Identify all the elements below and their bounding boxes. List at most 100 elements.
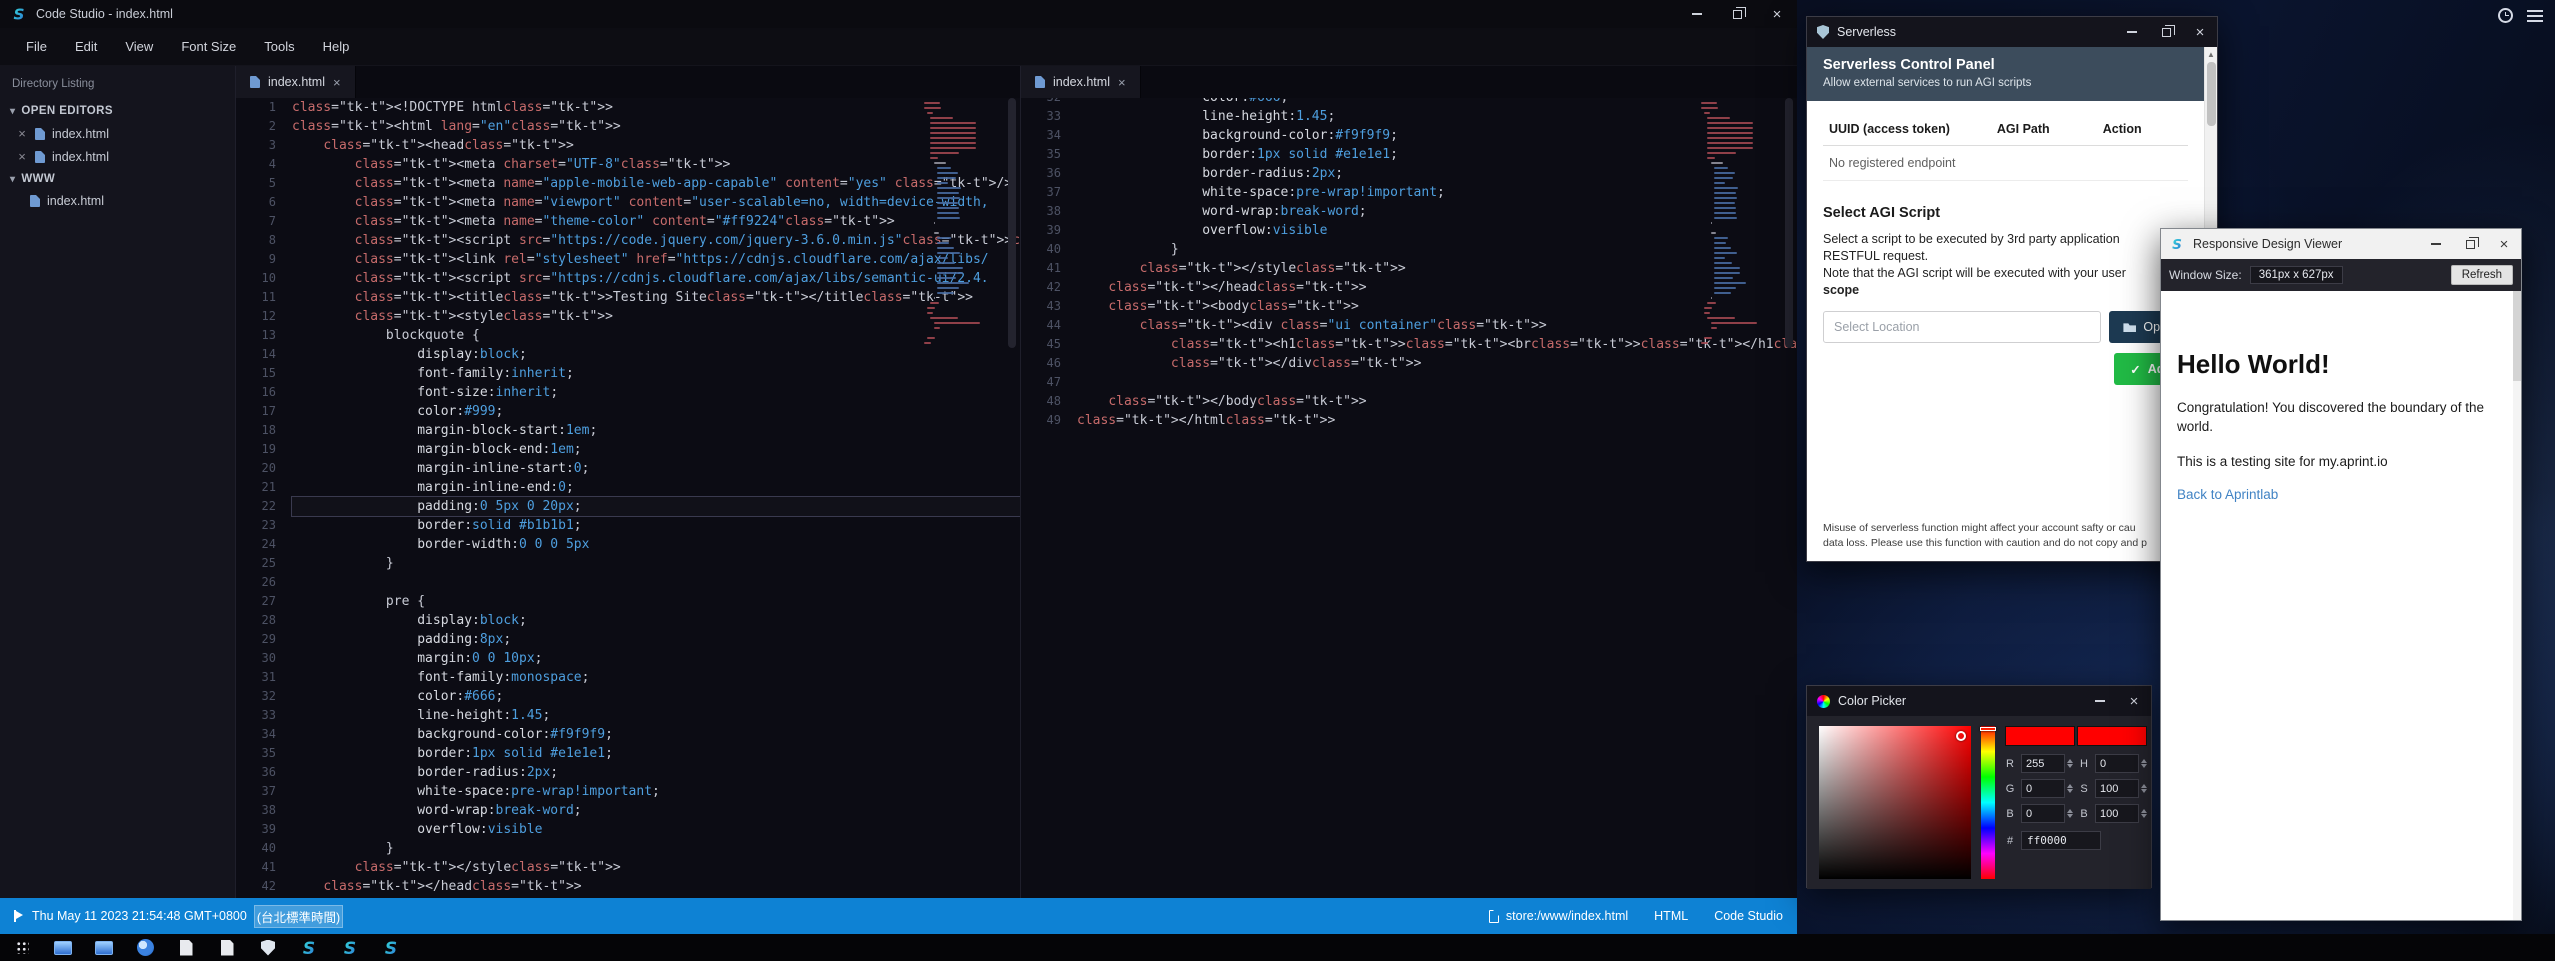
red-label: R [2005, 758, 2015, 770]
menu-icon[interactable] [2527, 10, 2543, 22]
open-editor-item[interactable]: × index.html [0, 145, 235, 168]
blue-label: B [2005, 808, 2015, 820]
folder-icon [2123, 322, 2136, 332]
start-grid-icon[interactable] [10, 936, 34, 960]
shield-app-icon[interactable] [256, 936, 280, 960]
minimap[interactable] [1701, 102, 1755, 347]
previous-color-swatch[interactable] [2077, 726, 2147, 746]
menu-edit[interactable]: Edit [63, 34, 109, 59]
scrollbar-thumb[interactable] [2207, 62, 2216, 126]
close-button[interactable]: × [2183, 17, 2217, 47]
open-editors-label: OPEN EDITORS [21, 105, 113, 117]
status-file-path-segment[interactable]: store:/www/index.html [1489, 909, 1628, 923]
code-studio-window: S Code Studio - index.html × File Edit V… [0, 0, 1797, 934]
saturation-field[interactable] [1819, 726, 1971, 879]
red-input[interactable] [2021, 754, 2065, 773]
editor-area: index.html × index.html × 123 [236, 66, 1797, 898]
tab-index-html-2[interactable]: index.html × [1021, 66, 1141, 98]
editor-pane-right[interactable]: 323334353637383940414243444546474849 col… [1020, 98, 1797, 898]
scrollbar[interactable] [2513, 291, 2521, 920]
stepper-icon[interactable] [2141, 759, 2147, 768]
tab-close-icon[interactable]: × [1118, 75, 1126, 90]
window-size-value[interactable]: 361px x 627px [2250, 266, 2343, 284]
minimize-button[interactable] [2115, 17, 2149, 47]
folder-www-section[interactable]: ▾ WWW [0, 168, 235, 190]
tab-index-html-1[interactable]: index.html × [236, 66, 356, 98]
file-item[interactable]: index.html [0, 190, 235, 212]
close-button[interactable]: × [1757, 0, 1797, 28]
document-1-icon[interactable] [174, 936, 198, 960]
desktop-status-area [2498, 8, 2543, 23]
app-window-1-icon[interactable] [51, 936, 75, 960]
scrollbar[interactable] [1008, 98, 1016, 898]
code-studio-3-icon[interactable]: S [379, 936, 403, 960]
hue-slider[interactable] [1981, 726, 1995, 879]
status-app-name[interactable]: Code Studio [1714, 909, 1783, 923]
line-numbers: 1234567891011121314151617181920212223242… [236, 98, 292, 898]
browser-icon[interactable] [133, 936, 157, 960]
menu-help[interactable]: Help [311, 34, 362, 59]
open-editor-label: index.html [52, 150, 109, 164]
serverless-title-bar: Serverless × [1807, 17, 2217, 47]
stepper-icon[interactable] [2141, 784, 2147, 793]
select-location-input[interactable] [1823, 311, 2101, 343]
document-icon [1489, 910, 1499, 923]
file-icon [35, 151, 45, 163]
hue-cursor[interactable] [1980, 727, 1996, 731]
tab-close-icon[interactable]: × [333, 75, 341, 90]
menu-view[interactable]: View [113, 34, 165, 59]
app-window-2-icon[interactable] [92, 936, 116, 960]
svg-text:S: S [2172, 237, 2182, 252]
stepper-icon[interactable] [2141, 809, 2147, 818]
refresh-button[interactable]: Refresh [2451, 265, 2513, 285]
document-2-icon[interactable] [215, 936, 239, 960]
menu-font-size[interactable]: Font Size [169, 34, 248, 59]
menu-file[interactable]: File [14, 34, 59, 59]
minimap[interactable] [924, 102, 978, 347]
code-studio-1-icon[interactable]: S [297, 936, 321, 960]
status-language[interactable]: HTML [1654, 909, 1688, 923]
hue-input[interactable] [2095, 754, 2139, 773]
description-line: Select a script to be executed by 3rd pa… [1823, 231, 2201, 248]
hex-input[interactable] [2021, 831, 2101, 850]
viewer-logo-icon: S [2169, 236, 2185, 252]
close-button[interactable]: × [2117, 686, 2151, 716]
restore-button[interactable] [2149, 17, 2183, 47]
description-line: Note that the AGI script will be execute… [1823, 265, 2201, 282]
saturation-cursor[interactable] [1956, 731, 1966, 741]
viewer-title-bar: S Responsive Design Viewer × [2161, 229, 2521, 259]
clock-icon[interactable] [2498, 8, 2513, 23]
column-header-action: Action [2097, 113, 2188, 145]
saturation-input[interactable] [2095, 779, 2139, 798]
code-studio-2-icon[interactable]: S [338, 936, 362, 960]
stepper-icon[interactable] [2067, 759, 2073, 768]
stepper-icon[interactable] [2067, 809, 2073, 818]
close-icon[interactable]: × [16, 149, 28, 164]
code-content[interactable]: class="tk-t"><!DOCTYPE htmlclass="tk-t">… [292, 98, 1020, 896]
open-editors-section[interactable]: ▾ OPEN EDITORS [0, 100, 235, 122]
green-input[interactable] [2021, 779, 2065, 798]
page-heading: Hello World! [2177, 349, 2505, 380]
menu-tools[interactable]: Tools [252, 34, 306, 59]
restore-button[interactable] [1717, 0, 1757, 28]
current-color-swatch[interactable] [2005, 726, 2075, 746]
serverless-window-title: Serverless [1837, 25, 1896, 39]
blue-input[interactable] [2021, 804, 2065, 823]
restore-button[interactable] [2453, 229, 2487, 259]
status-datetime: Thu May 11 2023 21:54:48 GMT+0800 [32, 909, 247, 923]
minimize-button[interactable] [2419, 229, 2453, 259]
minimize-button[interactable] [1677, 0, 1717, 28]
editor-pane-left[interactable]: 1234567891011121314151617181920212223242… [236, 98, 1020, 898]
close-icon[interactable]: × [16, 126, 28, 141]
close-button[interactable]: × [2487, 229, 2521, 259]
stepper-icon[interactable] [2067, 784, 2073, 793]
code-content[interactable]: color:#666; line-height:1.45; background… [1077, 98, 1797, 430]
open-editor-item[interactable]: × index.html [0, 122, 235, 145]
scrollbar[interactable] [1785, 98, 1793, 898]
minimize-button[interactable] [2083, 686, 2117, 716]
scroll-up-icon[interactable]: ▲ [2207, 47, 2215, 62]
brightness-input[interactable] [2095, 804, 2139, 823]
scrollbar-thumb[interactable] [2513, 291, 2521, 381]
back-to-aprintlab-link[interactable]: Back to Aprintlab [2177, 487, 2278, 502]
select-agi-script-heading: Select AGI Script [1823, 205, 2201, 221]
